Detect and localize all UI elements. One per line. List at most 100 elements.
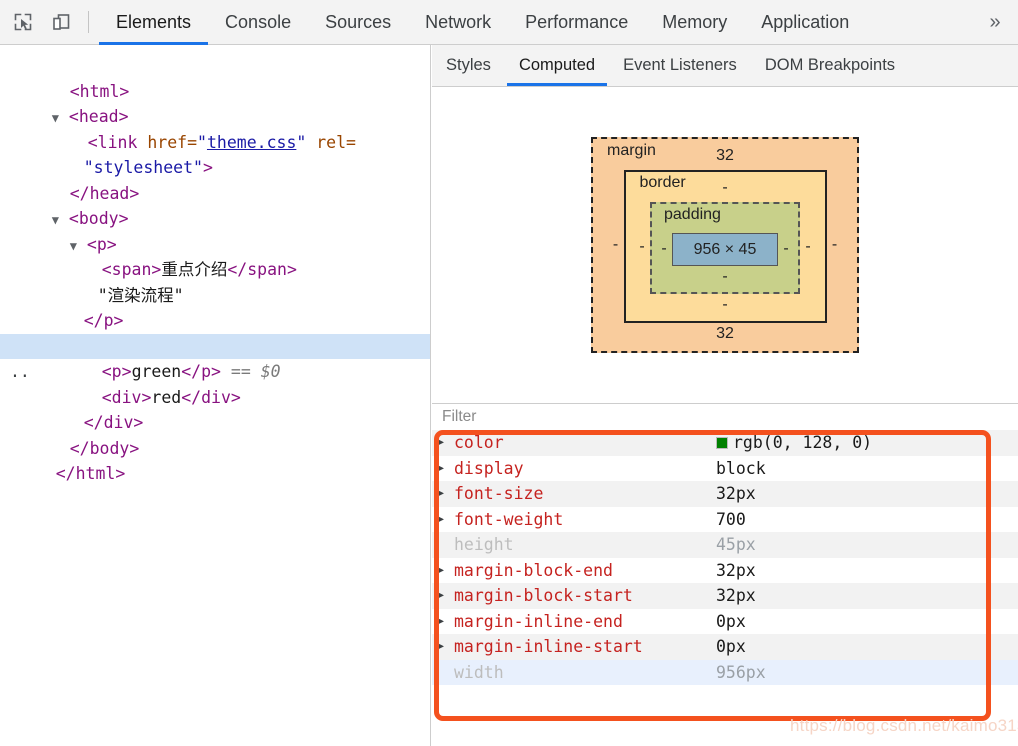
- computed-property-value: block: [716, 458, 766, 478]
- expand-arrow-icon[interactable]: ▶: [438, 616, 454, 627]
- dom-node-html-close[interactable]: </html>: [0, 436, 430, 483]
- computed-property-row[interactable]: ▶ font-weight 700: [432, 506, 1018, 532]
- dom-node-body-close[interactable]: </body>: [0, 410, 430, 458]
- dom-tree-pane[interactable]: <html> ▼ <head> <link href="theme.css" r…: [0, 45, 431, 746]
- box-model-border-layer[interactable]: border - - padding - 956 × 45 - - - -: [623, 170, 827, 323]
- box-model-diagram: margin 32 - border - - padding - 956 × 4…: [432, 87, 1018, 403]
- dom-node-p-close[interactable]: </p>: [0, 283, 430, 330]
- computed-property-name: display: [454, 458, 524, 478]
- styles-sidebar-pane: Styles Computed Event Listeners DOM Brea…: [432, 45, 1018, 746]
- expand-arrow-icon[interactable]: ▶: [438, 463, 454, 474]
- computed-property-name: margin-inline-start: [454, 637, 643, 657]
- computed-property-value: 32px: [716, 560, 756, 580]
- box-model-padding-left[interactable]: -: [656, 240, 672, 258]
- expand-arrow-icon[interactable]: ▶: [438, 565, 454, 576]
- expand-arrow-icon[interactable]: ▶: [438, 437, 454, 448]
- box-model-margin-top[interactable]: 32: [716, 145, 734, 167]
- dom-node-div-close[interactable]: </div>: [0, 385, 430, 432]
- expand-arrow-icon[interactable]: ▶: [438, 641, 454, 652]
- dom-node-div-red[interactable]: <div>red</div>: [0, 359, 430, 407]
- dom-node-html-open[interactable]: <html>: [0, 53, 430, 101]
- color-swatch-icon[interactable]: [716, 436, 728, 449]
- computed-filter-input[interactable]: Filter: [432, 403, 1018, 430]
- computed-property-row[interactable]: ▶ display block: [432, 455, 1018, 481]
- tab-network-label: Network: [425, 11, 492, 32]
- box-model-content-size[interactable]: 956 × 45: [672, 233, 778, 266]
- tab-dom-breakpoints[interactable]: DOM Breakpoints: [751, 45, 909, 86]
- computed-property-name: height: [454, 535, 514, 555]
- computed-properties-list: ▶ color rgb(0, 128, 0) ▶ display block ▶…: [432, 430, 1018, 685]
- computed-property-name: color: [454, 433, 504, 453]
- tab-event-listeners[interactable]: Event Listeners: [609, 45, 751, 86]
- computed-filter-placeholder: Filter: [442, 408, 477, 425]
- computed-property-name: margin-block-start: [454, 586, 633, 606]
- box-model-margin-mid-row: - border - - padding - 956 × 45 - - - - …: [593, 167, 857, 323]
- computed-property-row[interactable]: ▶ width 956px: [432, 659, 1018, 685]
- tab-sources-label: Sources: [325, 11, 392, 32]
- box-model-border-bottom[interactable]: -: [722, 294, 727, 316]
- expand-arrow-icon[interactable]: ▶: [438, 590, 454, 601]
- dom-node-body-open[interactable]: ▼ <body>: [0, 181, 430, 228]
- computed-property-value: 0px: [716, 637, 746, 657]
- computed-property-value: 956px: [716, 662, 766, 682]
- box-model-padding-layer[interactable]: padding - 956 × 45 - -: [650, 202, 800, 294]
- dom-node-link[interactable]: <link href="theme.css" rel=: [0, 104, 430, 152]
- box-model-padding-right[interactable]: -: [778, 240, 794, 258]
- tab-console-label: Console: [225, 11, 292, 32]
- box-model-padding-label: padding: [664, 206, 721, 223]
- tab-elements-label: Elements: [116, 11, 192, 32]
- tab-console[interactable]: Console: [208, 0, 308, 45]
- computed-property-value: 32px: [716, 586, 756, 606]
- tab-computed[interactable]: Computed: [505, 45, 609, 86]
- computed-property-value: 700: [716, 509, 746, 529]
- tab-network[interactable]: Network: [408, 0, 508, 45]
- device-toolbar-icon[interactable]: [46, 7, 76, 37]
- dom-node-head-close[interactable]: </head>: [0, 155, 430, 203]
- tab-application-label: Application: [761, 11, 850, 32]
- tab-application[interactable]: Application: [744, 0, 866, 45]
- computed-property-value: 0px: [716, 611, 746, 631]
- box-model-margin-layer[interactable]: margin 32 - border - - padding - 956 × 4…: [591, 137, 859, 353]
- box-model-border-left[interactable]: -: [634, 238, 650, 256]
- computed-property-value: rgb(0, 128, 0): [716, 433, 872, 452]
- computed-property-row[interactable]: ▶ margin-inline-start 0px: [432, 634, 1018, 660]
- tab-styles-label: Styles: [446, 56, 491, 74]
- expand-arrow-icon[interactable]: ▶: [438, 488, 454, 499]
- dom-node-link-wrap[interactable]: "stylesheet">: [0, 130, 430, 177]
- tab-sources[interactable]: Sources: [308, 0, 408, 45]
- box-model-border-top[interactable]: -: [722, 177, 727, 199]
- sidebar-tab-bar: Styles Computed Event Listeners DOM Brea…: [432, 45, 1018, 87]
- box-model-border-label: border: [639, 174, 686, 191]
- dom-node-text-render-flow[interactable]: "渲染流程": [0, 257, 430, 305]
- box-model-padding-bottom[interactable]: -: [722, 266, 727, 288]
- box-model-margin-left[interactable]: -: [608, 236, 624, 254]
- more-tabs-chevron-icon[interactable]: »: [972, 0, 1018, 45]
- computed-property-row[interactable]: ▶ color rgb(0, 128, 0): [432, 430, 1018, 456]
- tab-elements[interactable]: Elements: [99, 0, 209, 45]
- tab-dom-breakpoints-label: DOM Breakpoints: [764, 56, 896, 74]
- computed-property-name: font-size: [454, 484, 544, 504]
- expand-arrow-icon[interactable]: ▶: [438, 514, 454, 525]
- computed-property-name: margin-inline-end: [454, 611, 623, 631]
- devtools-toolbar: Elements Console Sources Network Perform…: [0, 0, 1018, 45]
- inspect-cursor-icon[interactable]: [8, 7, 38, 37]
- computed-property-row[interactable]: ▶ height 45px: [432, 532, 1018, 558]
- computed-property-row[interactable]: ▶ margin-block-start 32px: [432, 583, 1018, 609]
- computed-property-row[interactable]: ▶ margin-inline-end 0px: [432, 608, 1018, 634]
- computed-property-row[interactable]: ▶ font-size 32px: [432, 481, 1018, 507]
- tab-performance[interactable]: Performance: [508, 0, 645, 45]
- computed-property-name: font-weight: [454, 509, 564, 529]
- tab-memory[interactable]: Memory: [645, 0, 744, 45]
- computed-property-row[interactable]: ▶ margin-block-end 32px: [432, 557, 1018, 583]
- box-model-border-right[interactable]: -: [800, 238, 816, 256]
- watermark-text: https://blog.csdn.net/kaimo313: [790, 716, 1018, 735]
- dom-node-p-open[interactable]: ▼ <p>: [0, 206, 430, 254]
- dom-tag-html-close: </html>: [55, 464, 126, 483]
- dom-node-head-open[interactable]: ▼ <head>: [0, 79, 430, 126]
- box-model-margin-right[interactable]: -: [827, 236, 843, 254]
- box-model-margin-bottom[interactable]: 32: [716, 323, 734, 345]
- dom-node-span[interactable]: <span>重点介绍</span>: [0, 232, 430, 279]
- tab-styles[interactable]: Styles: [432, 45, 505, 86]
- dom-node-div-open[interactable]: ▼ <div>: [0, 308, 430, 356]
- dom-node-p-green-selected[interactable]: .. <p>green</p> == $0: [0, 333, 430, 381]
